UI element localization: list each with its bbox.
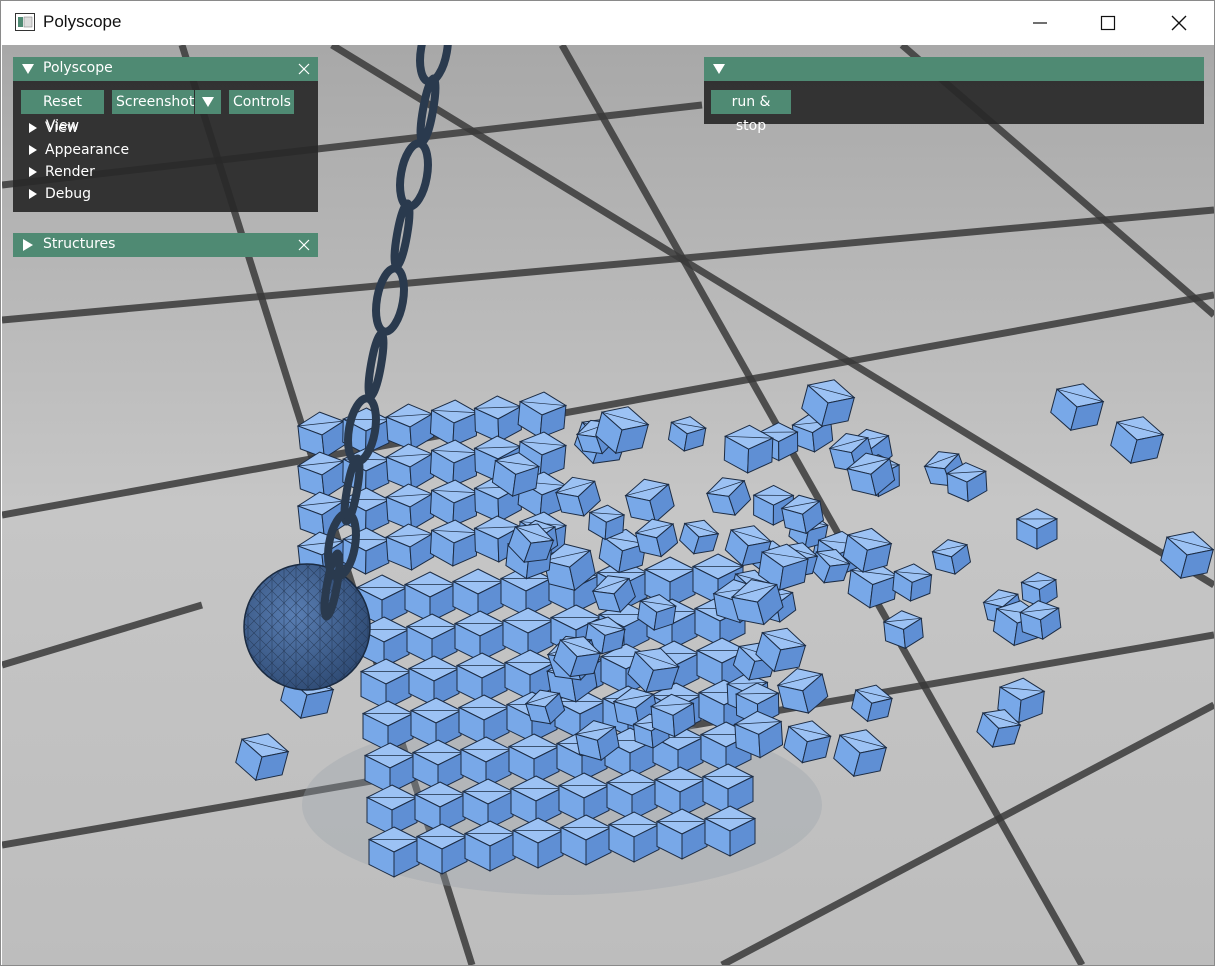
expand-arrow-icon: [29, 167, 37, 177]
screenshot-options-button[interactable]: [195, 90, 221, 114]
user-panel-body: run & stop: [704, 81, 1204, 134]
tree-item-view[interactable]: View: [29, 118, 78, 138]
close-icon: [1171, 15, 1187, 31]
expand-arrow-icon: [23, 239, 33, 251]
controls-button[interactable]: Controls: [229, 90, 294, 114]
polyscope-panel-header[interactable]: Polyscope: [13, 57, 318, 81]
tree-item-label: View: [45, 120, 79, 136]
polyscope-panel-title: Polyscope: [43, 60, 113, 76]
expand-arrow-icon: [29, 145, 37, 155]
tree-item-appearance[interactable]: Appearance: [29, 140, 129, 160]
window-title: Polyscope: [43, 12, 122, 31]
expand-arrow-icon: [29, 123, 37, 133]
tree-item-label: Debug: [45, 186, 92, 202]
maximize-button[interactable]: [1073, 1, 1143, 45]
close-window-button[interactable]: [1144, 1, 1214, 45]
3d-viewport[interactable]: Polyscope Reset View Screenshot Controls…: [2, 45, 1214, 965]
reset-view-button[interactable]: Reset View: [21, 90, 104, 134]
maximize-icon: [1100, 15, 1116, 31]
minimize-icon: [1033, 22, 1047, 24]
collapse-arrow-icon: [713, 64, 725, 74]
run-stop-button[interactable]: run & stop: [711, 90, 791, 134]
app-icon: [15, 13, 35, 31]
structures-panel: Structures: [13, 233, 318, 257]
close-icon[interactable]: [298, 63, 310, 75]
tree-item-label: Render: [45, 164, 95, 180]
structures-panel-title: Structures: [43, 236, 116, 252]
expand-arrow-icon: [29, 189, 37, 199]
polyscope-panel-body: Reset View Screenshot Controls View Appe…: [13, 81, 318, 212]
user-panel-header[interactable]: [704, 57, 1204, 81]
polyscope-panel: Polyscope Reset View Screenshot Controls…: [13, 57, 318, 212]
minimize-button[interactable]: [1005, 1, 1075, 45]
wrecking-ball: [243, 563, 371, 691]
tree-item-debug[interactable]: Debug: [29, 184, 91, 204]
tree-item-label: Appearance: [45, 142, 130, 158]
screenshot-button[interactable]: Screenshot: [112, 90, 194, 114]
close-icon[interactable]: [298, 239, 310, 251]
user-panel: run & stop: [704, 57, 1204, 134]
structures-panel-header[interactable]: Structures: [13, 233, 318, 257]
app-window: Polyscope Polyscope Reset View Screensho…: [0, 0, 1215, 966]
title-bar[interactable]: Polyscope: [1, 1, 1214, 45]
dropdown-arrow-icon: [202, 97, 214, 107]
collapse-arrow-icon: [22, 64, 34, 74]
tree-item-render[interactable]: Render: [29, 162, 95, 182]
